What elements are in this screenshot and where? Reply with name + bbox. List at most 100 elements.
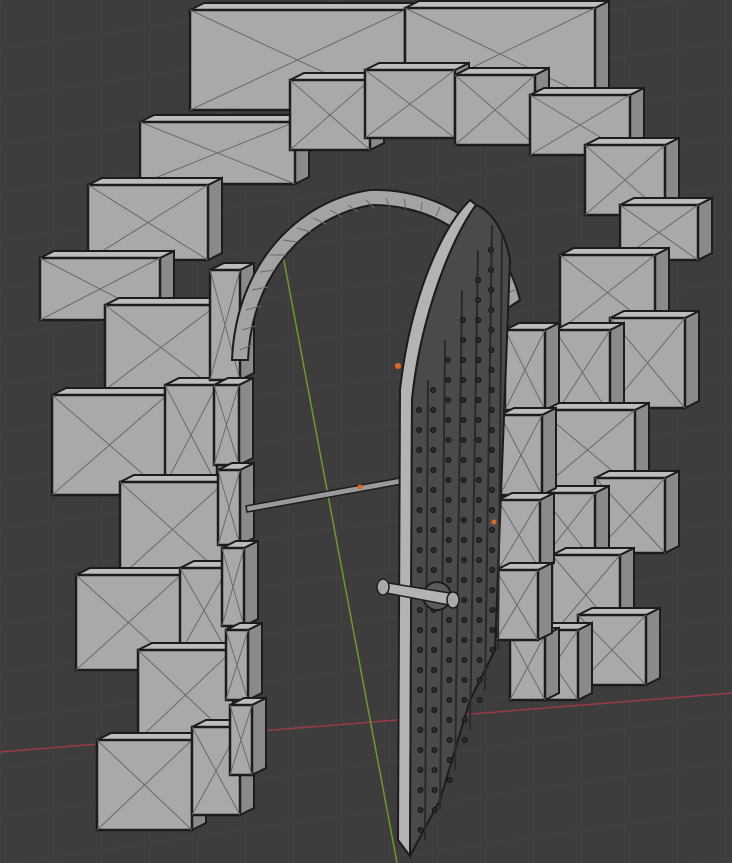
rivet bbox=[489, 627, 496, 634]
stone-block[interactable] bbox=[228, 696, 267, 777]
rivet bbox=[445, 396, 452, 403]
rivet bbox=[430, 527, 437, 534]
rivet bbox=[488, 446, 495, 453]
rivet bbox=[461, 577, 468, 584]
rivet bbox=[461, 637, 468, 644]
rivet bbox=[489, 547, 496, 554]
rivet bbox=[446, 657, 453, 664]
rivet bbox=[461, 737, 468, 744]
stone-block[interactable] bbox=[496, 491, 555, 572]
rivet bbox=[417, 747, 424, 754]
rivet bbox=[460, 376, 467, 383]
rivet bbox=[417, 667, 424, 674]
rivet bbox=[445, 557, 452, 564]
rivet bbox=[489, 567, 496, 574]
rivet bbox=[461, 597, 468, 604]
rivet bbox=[488, 346, 495, 353]
rivet bbox=[461, 697, 468, 704]
rivet bbox=[445, 537, 452, 544]
rivet bbox=[430, 567, 437, 574]
rivet bbox=[475, 316, 482, 323]
rivet bbox=[460, 537, 467, 544]
rivet bbox=[475, 336, 482, 343]
rivet bbox=[417, 767, 424, 774]
stone-block[interactable] bbox=[212, 376, 254, 467]
rivet bbox=[431, 787, 438, 794]
rivet bbox=[431, 667, 438, 674]
rivet bbox=[489, 527, 496, 534]
rivet bbox=[431, 807, 438, 814]
rivet bbox=[417, 807, 424, 814]
rivet bbox=[417, 827, 424, 834]
rivet bbox=[460, 396, 467, 403]
rivet bbox=[446, 617, 453, 624]
rivet bbox=[460, 436, 467, 443]
rivet bbox=[430, 406, 437, 413]
rivet bbox=[489, 587, 496, 594]
rivet bbox=[461, 617, 468, 624]
rivet bbox=[446, 737, 453, 744]
rivet bbox=[416, 627, 423, 634]
rivet bbox=[476, 617, 483, 624]
rivet bbox=[445, 376, 452, 383]
rivet bbox=[474, 276, 481, 283]
rivet bbox=[416, 446, 423, 453]
stone-block[interactable] bbox=[224, 621, 263, 702]
stone-block[interactable] bbox=[363, 61, 470, 140]
rivet bbox=[416, 426, 423, 433]
rivet bbox=[489, 607, 496, 614]
rivet bbox=[431, 727, 438, 734]
rivet bbox=[475, 436, 482, 443]
rivet bbox=[460, 336, 467, 343]
3d-viewport[interactable] bbox=[0, 0, 732, 863]
stone-block[interactable] bbox=[95, 731, 207, 832]
rivet bbox=[461, 677, 468, 684]
rivet bbox=[430, 426, 437, 433]
rivet bbox=[488, 426, 495, 433]
rivet bbox=[476, 577, 483, 584]
rivet bbox=[489, 647, 496, 654]
rivet bbox=[430, 486, 437, 493]
rivet bbox=[416, 547, 423, 554]
rivet bbox=[476, 557, 483, 564]
rivet bbox=[446, 697, 453, 704]
rivet bbox=[445, 517, 452, 524]
rivet bbox=[446, 717, 453, 724]
rivet bbox=[488, 386, 495, 393]
rivet bbox=[445, 456, 452, 463]
rivet bbox=[416, 506, 423, 513]
rivet bbox=[488, 406, 495, 413]
rivet bbox=[446, 677, 453, 684]
rivet bbox=[416, 647, 423, 654]
rivet bbox=[431, 687, 438, 694]
rivet bbox=[431, 747, 438, 754]
rivet bbox=[476, 697, 483, 704]
rivet bbox=[488, 486, 495, 493]
rivet bbox=[475, 456, 482, 463]
rivet bbox=[416, 486, 423, 493]
rivet bbox=[475, 376, 482, 383]
rivet bbox=[476, 657, 483, 664]
scene-canvas[interactable] bbox=[0, 0, 732, 863]
rivet bbox=[460, 356, 467, 363]
stone-block[interactable] bbox=[553, 321, 625, 417]
rivet bbox=[445, 476, 452, 483]
stone-block[interactable] bbox=[498, 406, 557, 497]
rivet bbox=[416, 607, 423, 614]
rivet bbox=[417, 727, 424, 734]
rivet bbox=[430, 547, 437, 554]
stone-block[interactable] bbox=[216, 461, 255, 547]
stone-block[interactable] bbox=[86, 176, 223, 262]
rivet bbox=[489, 506, 496, 513]
rivet bbox=[488, 466, 495, 473]
rivet bbox=[430, 466, 437, 473]
stone-block[interactable] bbox=[220, 539, 259, 628]
stone-block[interactable] bbox=[494, 561, 553, 642]
stone-block[interactable] bbox=[503, 321, 560, 412]
rivet bbox=[461, 657, 468, 664]
rivet bbox=[488, 366, 495, 373]
rivet bbox=[417, 707, 424, 714]
rivet bbox=[476, 677, 483, 684]
rivet bbox=[475, 496, 482, 503]
stone-block[interactable] bbox=[138, 113, 310, 186]
